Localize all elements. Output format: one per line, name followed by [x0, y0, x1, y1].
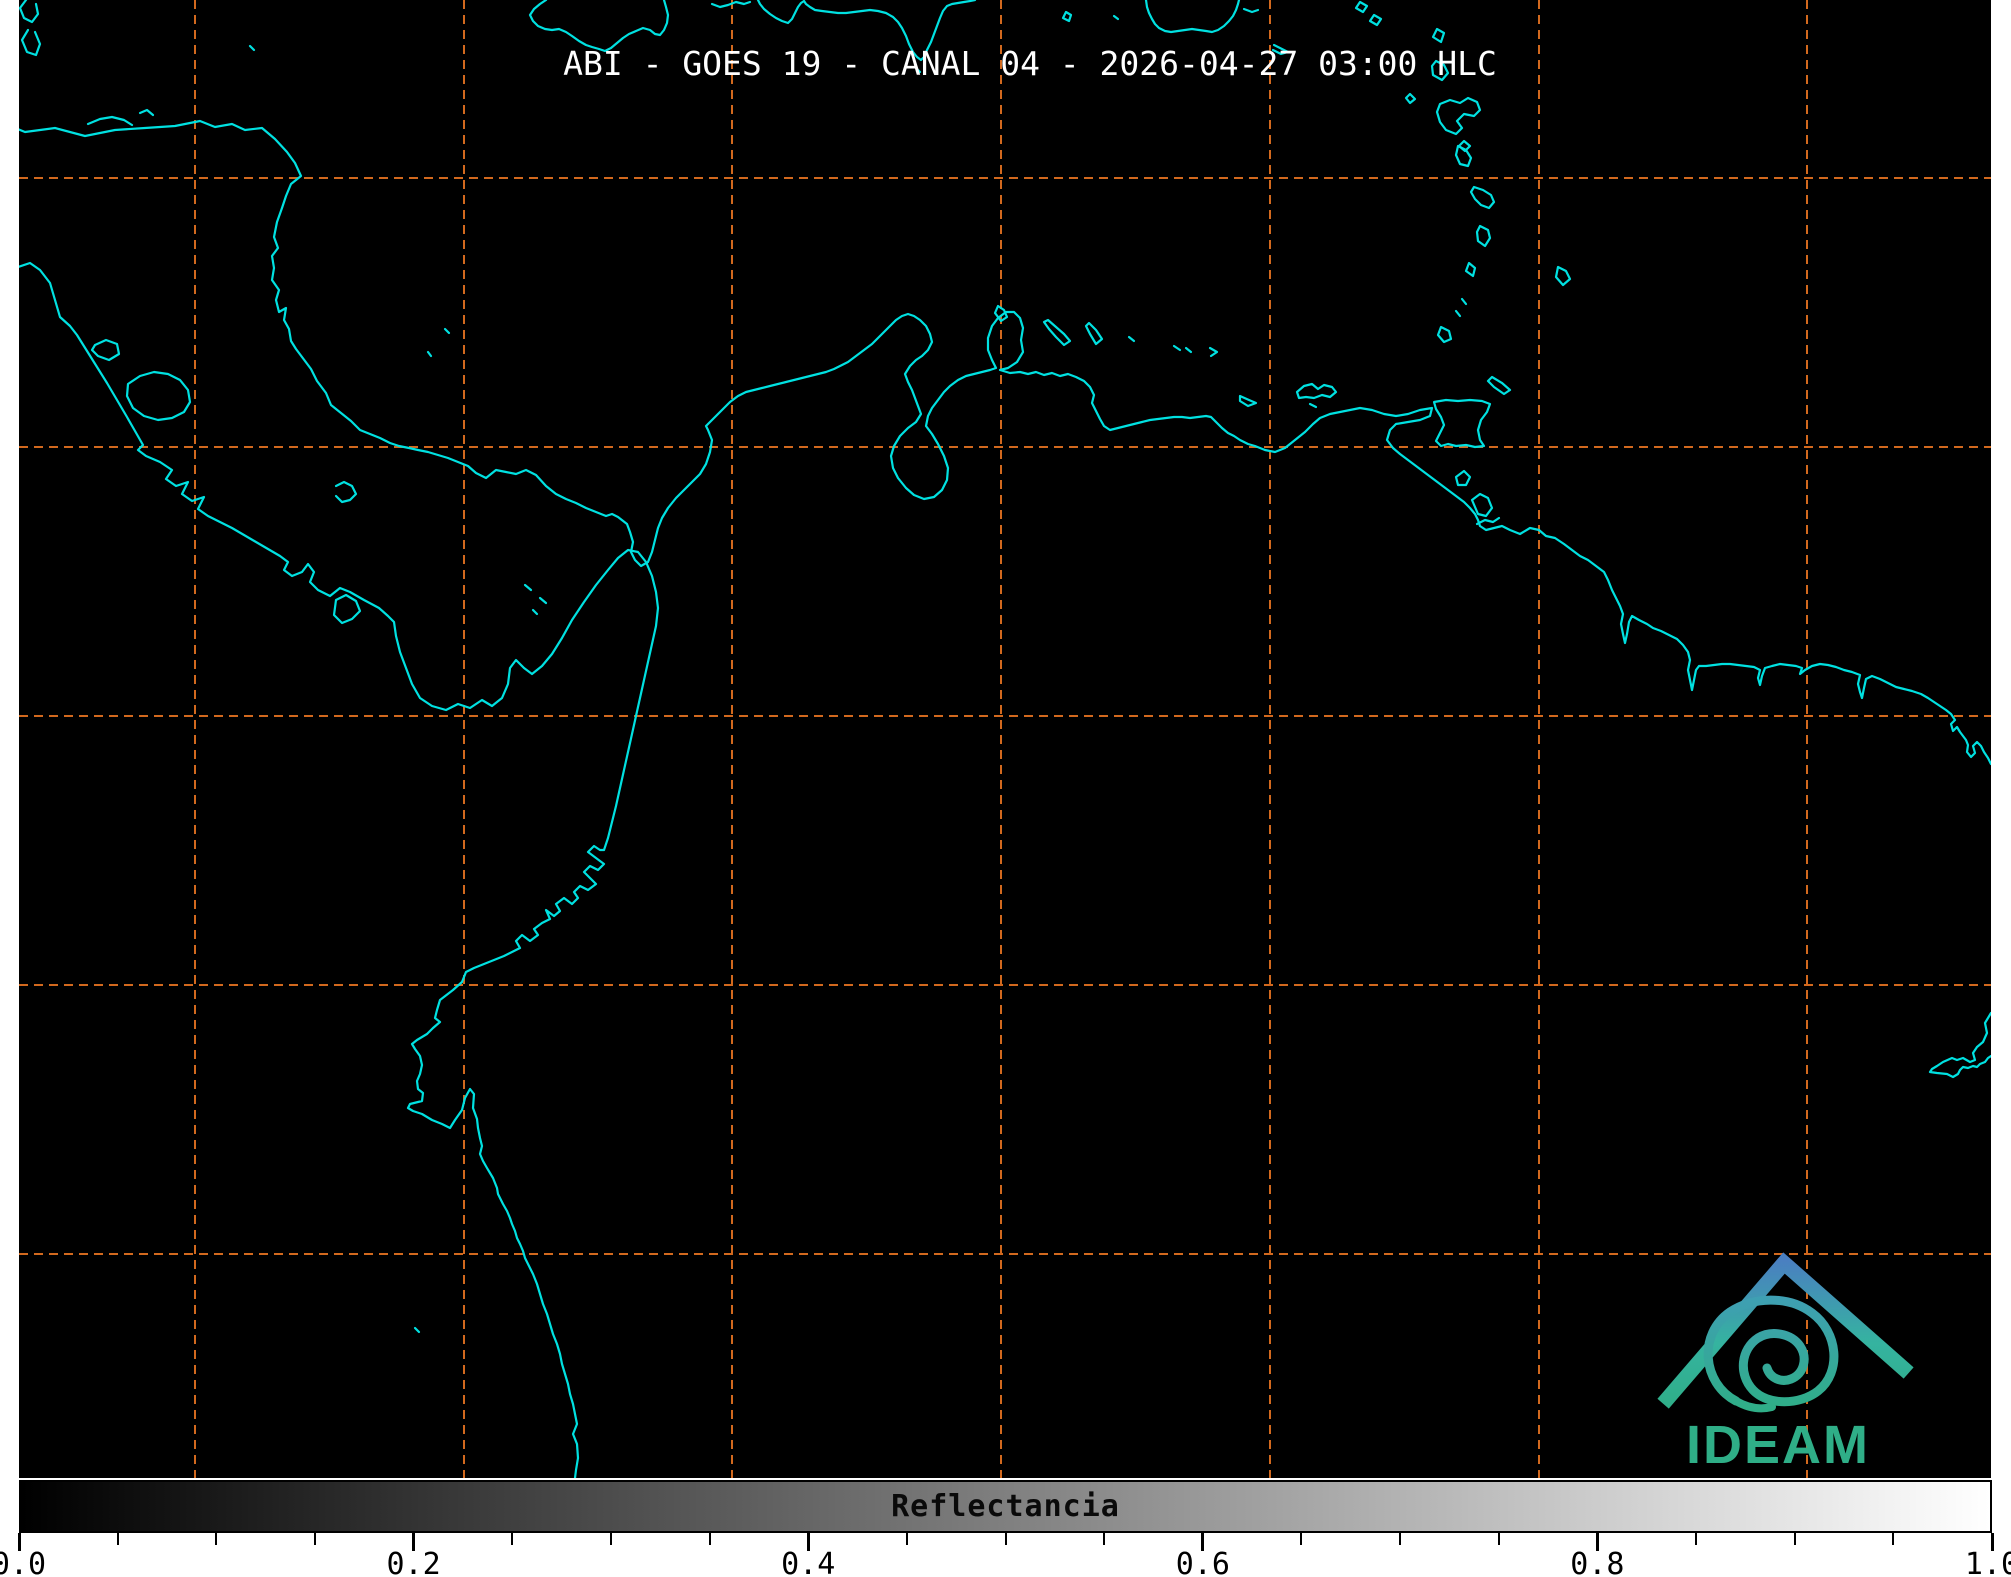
coastline-los-roques-dot-1: [1172, 344, 1182, 352]
coastline-bonaire: [1084, 321, 1104, 346]
ideam-logo: IDEAM: [1657, 1252, 1914, 1475]
coastline-saona-dot: [1112, 14, 1120, 21]
coastline-st-vincent: [1464, 261, 1477, 278]
colorbar-tick-label: 0.0: [0, 1547, 47, 1577]
coastline-st-lucia: [1475, 224, 1492, 248]
colorbar-minor-tick: [1300, 1533, 1303, 1545]
coastline-la-orchila: [1208, 346, 1219, 358]
coastline-orinoco-channel: [1475, 516, 1501, 526]
colorbar-tick-label: 0.4: [781, 1547, 836, 1577]
coastline-guadeloupe: [1435, 96, 1482, 136]
colorbar-minor-tick: [1892, 1533, 1895, 1545]
image-title: ABI - GOES 19 - CANAL 04 - 2026-04-27 03…: [563, 44, 1497, 83]
colorbar-tick-label: 1.0: [1964, 1547, 2011, 1577]
coastline-montserrat: [1404, 92, 1417, 105]
coastline-anguilla: [1368, 13, 1383, 27]
coastline-orinoco-islet-2: [1454, 469, 1472, 487]
coastline-lake-nicaragua: [125, 370, 192, 422]
coastline-bay-islands-2: [138, 108, 155, 117]
coastline-la-tortuga: [1238, 394, 1258, 408]
colorbar-minor-tick: [708, 1533, 711, 1545]
colorbar-minor-tick: [1695, 1533, 1698, 1545]
colorbar-minor-tick: [511, 1533, 514, 1545]
coastline-providencia-dot: [443, 327, 451, 335]
coastline-barbuda: [1431, 27, 1446, 44]
coastline-grenadines-dot-1: [1460, 297, 1468, 306]
coastline-las-aves-dot: [1127, 335, 1136, 343]
logo-text: IDEAM: [1686, 1415, 1870, 1475]
coastline-st-martin: [1354, 0, 1369, 14]
coastline-bay-islands-1: [86, 115, 134, 127]
coastline-amazon-mouth-coast: [1928, 1011, 1991, 1079]
coastline-pearl-islands-dot-2: [538, 596, 548, 605]
coastline-bocas-lagoon: [334, 480, 358, 504]
coastline-margarita-island: [1295, 382, 1338, 400]
logo-swirl-icon: [1703, 1295, 1839, 1407]
coastline-coche-dot: [1308, 402, 1318, 409]
coastline-barbados: [1554, 265, 1572, 287]
colorbar-minor-tick: [1793, 1533, 1796, 1545]
colorbar-minor-tick: [313, 1533, 316, 1545]
colorbar-tick-label: 0.6: [1175, 1547, 1230, 1577]
colorbar-minor-tick: [116, 1533, 119, 1545]
coastline-grenadines-dot-2: [1454, 309, 1462, 318]
coastline-mona-island: [1061, 10, 1073, 23]
coastline-lake-managua: [90, 338, 121, 362]
coastline-vieques: [1242, 7, 1260, 14]
colorbar-tick-label: 0.8: [1570, 1547, 1625, 1577]
colorbar-minor-tick: [1004, 1533, 1007, 1545]
satellite-product-image: ABI - GOES 19 - CANAL 04 - 2026-04-27 03…: [0, 0, 2011, 1577]
coastline-lobos-island-dot: [413, 1326, 421, 1334]
coastline-trinidad: [1432, 398, 1492, 449]
coastline-pearl-islands-dot-1: [523, 583, 533, 592]
colorbar-minor-tick: [1399, 1533, 1402, 1545]
colorbar-minor-tick: [905, 1533, 908, 1545]
colorbar-minor-tick: [215, 1533, 218, 1545]
coastline-dominica: [1454, 144, 1473, 168]
coastline-caribbean-mainland-coast: [19, 119, 1991, 766]
coastline-coiba-island: [332, 593, 362, 625]
colorbar-minor-tick: [609, 1533, 612, 1545]
coastline-belize-cay-2: [20, 28, 42, 57]
colorbar-tick-label: 0.2: [386, 1547, 441, 1577]
coastline-san-andres-dot: [426, 350, 433, 358]
coastline-grenada: [1436, 325, 1453, 344]
coastline-martinique: [1469, 185, 1496, 210]
coastline-pearl-islands-dot-3: [531, 608, 539, 616]
coastline-puerto-rico-south-coast: [1144, 0, 1241, 34]
coastline-pacific-coast: [19, 261, 660, 1478]
coastline-curacao: [1042, 318, 1072, 347]
colorbar-label: Reflectancia: [891, 1489, 1120, 1524]
colorbar-minor-tick: [1103, 1533, 1106, 1545]
coastline-tobago: [1486, 375, 1512, 396]
coastline-belize-cay-1: [19, 0, 40, 24]
coastline-misteriosa-cay-dot: [248, 44, 256, 52]
coastline-los-roques-dot-2: [1184, 346, 1193, 354]
colorbar-minor-tick: [1497, 1533, 1500, 1545]
